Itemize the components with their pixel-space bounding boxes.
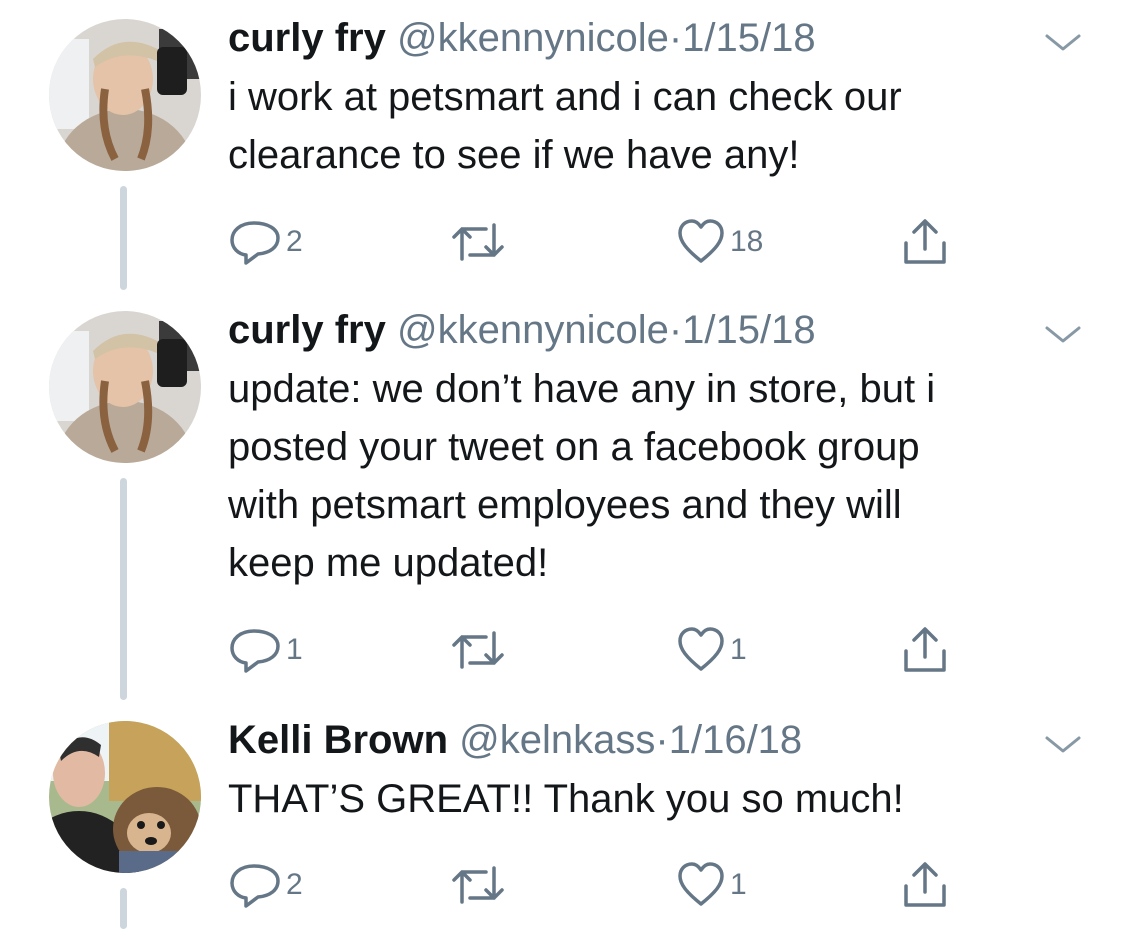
share-icon: [904, 627, 946, 672]
tweet-date[interactable]: 1/16/18: [669, 718, 802, 762]
heart-icon: [678, 862, 724, 906]
chevron-down-icon[interactable]: [1043, 732, 1083, 756]
retweet-button[interactable]: [450, 217, 510, 267]
reply-icon: [230, 629, 280, 673]
separator-dot: ·: [668, 308, 683, 352]
share-button[interactable]: [900, 217, 950, 267]
tweet[interactable]: curly fry @kkennynicole·1/15/18 update: …: [0, 300, 1124, 710]
reply-button[interactable]: 2: [228, 217, 303, 267]
heart-icon: [678, 627, 724, 671]
share-button[interactable]: [900, 860, 950, 910]
reply-icon: [230, 864, 280, 908]
reply-button[interactable]: 2: [228, 860, 303, 910]
tweet-header: curly fry @kkennynicole·1/15/18: [228, 306, 816, 354]
chevron-down-icon[interactable]: [1043, 322, 1083, 346]
tweet[interactable]: Kelli Brown @kelnkass·1/16/18 THAT’S GRE…: [0, 710, 1124, 929]
avatar[interactable]: [49, 311, 201, 463]
tweet-text: THAT’S GREAT!! Thank you so much!: [228, 777, 904, 821]
tweet-text: update: we don’t have any in store, but …: [228, 367, 936, 585]
reply-count: 2: [286, 225, 303, 258]
tweet[interactable]: curly fry @kkennynicole·1/15/18 i work a…: [0, 0, 1124, 300]
reply-count: 2: [286, 868, 303, 901]
tweet-text: i work at petsmart and i can check our c…: [228, 75, 902, 177]
heart-icon: [678, 219, 724, 263]
retweet-button[interactable]: [450, 860, 510, 910]
retweet-icon: [452, 223, 504, 261]
reply-count: 1: [286, 633, 303, 666]
author-handle[interactable]: @kelnkass: [459, 718, 655, 762]
author-name[interactable]: curly fry: [228, 16, 386, 60]
like-button[interactable]: 1: [676, 860, 747, 910]
like-count: 18: [730, 225, 764, 258]
like-button[interactable]: 18: [676, 217, 763, 267]
like-count: 1: [730, 633, 747, 666]
author-handle[interactable]: @kkennynicole: [397, 308, 669, 352]
tweet-date[interactable]: 1/15/18: [682, 16, 815, 60]
tweet-actions: 1 1: [228, 625, 988, 675]
avatar[interactable]: [49, 721, 201, 873]
tweet-header: Kelli Brown @kelnkass·1/16/18: [228, 716, 802, 764]
retweet-button[interactable]: [450, 625, 510, 675]
retweet-icon: [452, 866, 504, 904]
like-count: 1: [730, 868, 747, 901]
separator-dot: ·: [668, 16, 683, 60]
avatar[interactable]: [49, 19, 201, 171]
tweet-header: curly fry @kkennynicole·1/15/18: [228, 14, 816, 62]
reply-icon: [230, 221, 280, 265]
reply-button[interactable]: 1: [228, 625, 303, 675]
tweet-actions: 2 18: [228, 217, 988, 267]
author-name[interactable]: curly fry: [228, 308, 386, 352]
like-button[interactable]: 1: [676, 625, 747, 675]
share-icon: [904, 219, 946, 264]
share-button[interactable]: [900, 625, 950, 675]
chevron-down-icon[interactable]: [1043, 30, 1083, 54]
separator-dot: ·: [655, 718, 669, 762]
author-name[interactable]: Kelli Brown: [228, 718, 448, 762]
tweet-actions: 2 1: [228, 860, 988, 910]
tweet-date[interactable]: 1/15/18: [682, 308, 815, 352]
retweet-icon: [452, 631, 504, 669]
share-icon: [904, 862, 946, 907]
author-handle[interactable]: @kkennynicole: [397, 16, 669, 60]
